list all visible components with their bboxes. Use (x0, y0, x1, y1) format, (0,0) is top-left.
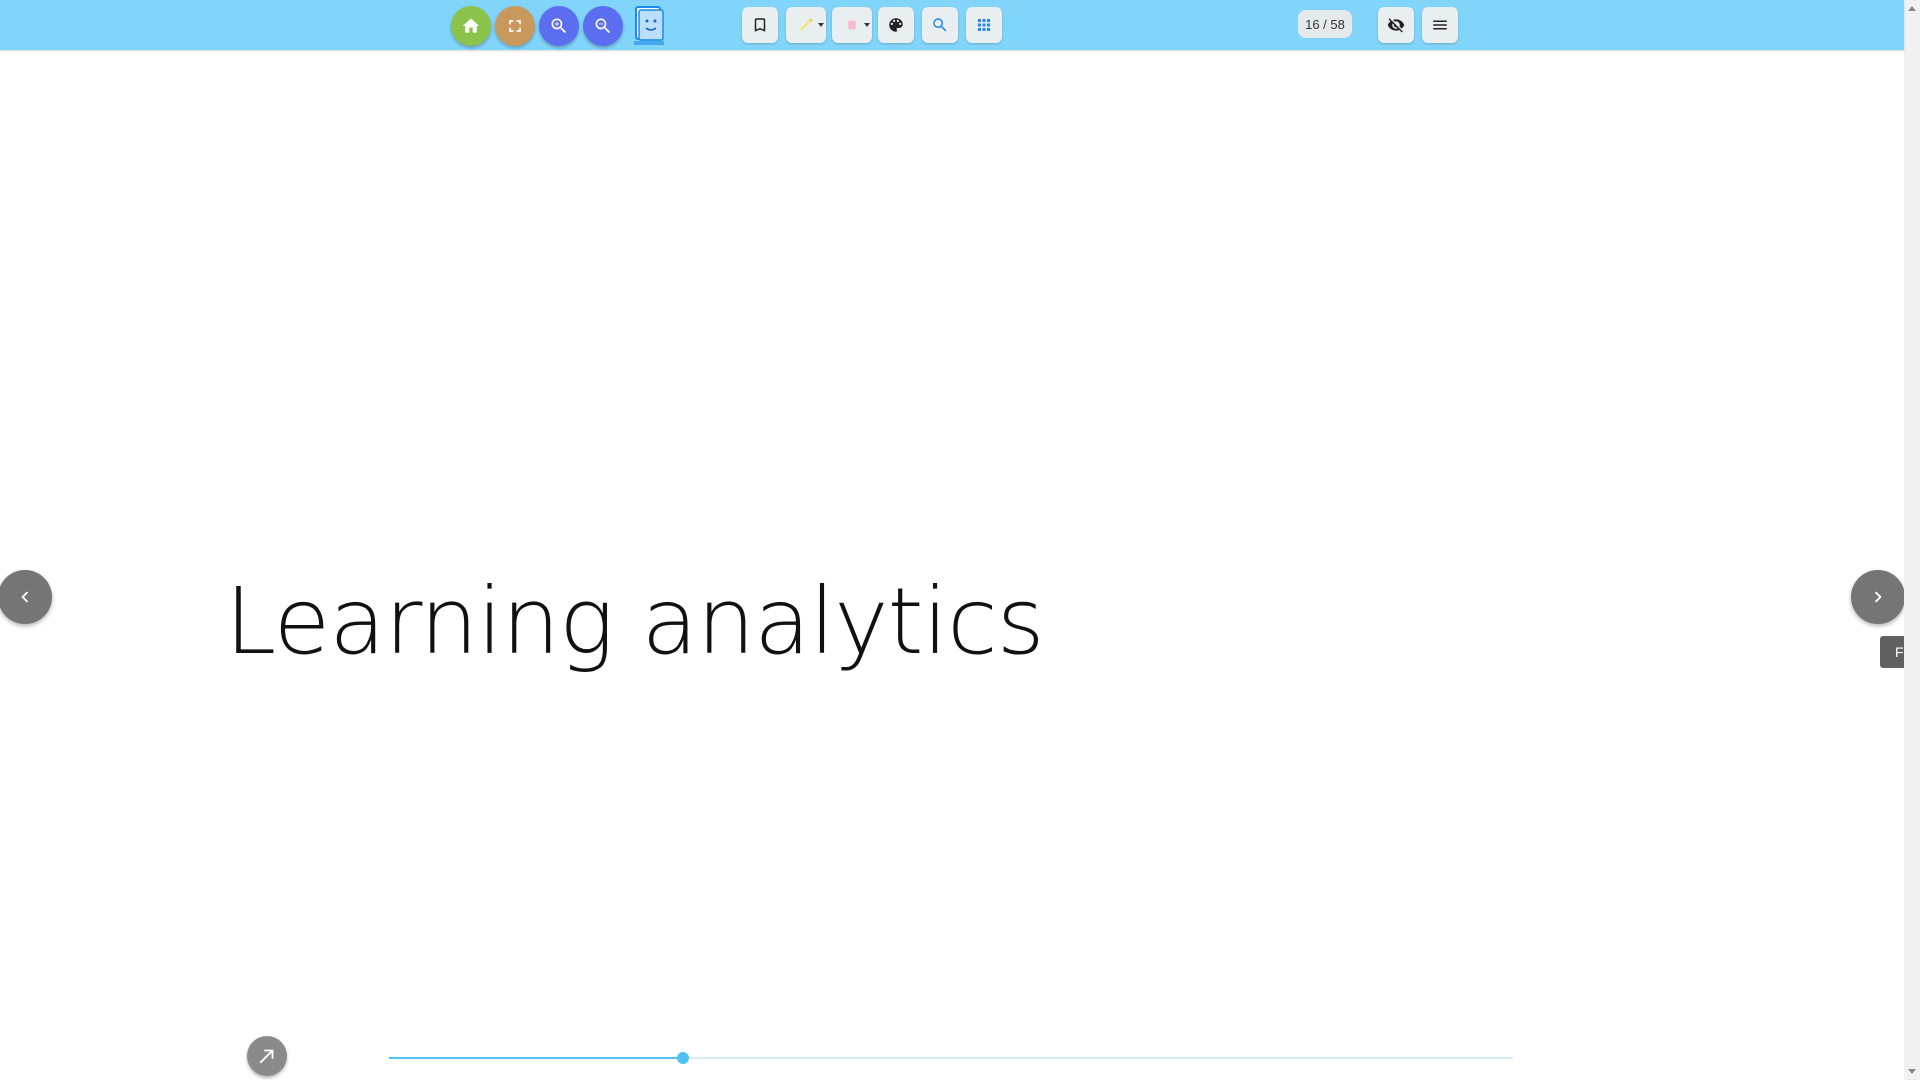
brand-logo[interactable] (631, 4, 667, 46)
top-toolbar: 16 / 58 (0, 0, 1904, 50)
eraser-button[interactable] (832, 7, 872, 43)
page-slider[interactable] (389, 1048, 1513, 1068)
zoom-out-button[interactable] (583, 6, 623, 46)
bookmark-icon (754, 18, 766, 32)
fullscreen-icon (509, 20, 521, 32)
arrow-up-right-icon (259, 1049, 274, 1064)
slide-title: Learning analytics (225, 568, 1045, 675)
search-icon (933, 18, 947, 32)
expand-button[interactable] (247, 1036, 287, 1076)
highlighter-icon (800, 18, 813, 31)
next-page-button[interactable] (1851, 570, 1905, 624)
palette-icon (889, 18, 903, 32)
home-icon (462, 18, 480, 33)
brand-logo-icon (634, 6, 664, 45)
hide-toolbar-button[interactable] (1378, 7, 1414, 43)
grid-icon (978, 19, 990, 31)
viewer-page: 16 / 58 Learning analytics F (0, 0, 1920, 1080)
highlighter-button[interactable] (786, 7, 826, 43)
bookmark-button[interactable] (742, 7, 778, 43)
chevron-right-icon (1874, 591, 1882, 603)
slider-thumb[interactable] (677, 1052, 690, 1064)
scroll-up-arrow-icon[interactable] (1908, 6, 1916, 11)
home-button[interactable] (451, 6, 491, 46)
menu-icon (1433, 20, 1447, 30)
palette-button[interactable] (878, 7, 914, 43)
zoom-out-icon (595, 18, 611, 34)
chevron-left-icon (21, 591, 29, 603)
vertical-scrollbar[interactable] (1904, 0, 1920, 1080)
eraser-dropdown-caret (864, 23, 870, 27)
thumbnail-grid-button[interactable] (966, 7, 1002, 43)
menu-button[interactable] (1422, 7, 1458, 43)
page-counter[interactable]: 16 / 58 (1298, 10, 1352, 38)
zoom-in-icon (551, 18, 567, 34)
search-button[interactable] (922, 7, 958, 43)
slider-fill (389, 1057, 684, 1059)
highlighter-dropdown-caret (818, 23, 824, 27)
eraser-icon (848, 20, 856, 30)
zoom-in-button[interactable] (539, 6, 579, 46)
eye-off-icon (1387, 18, 1405, 33)
fullscreen-button[interactable] (495, 6, 535, 46)
scroll-down-arrow-icon[interactable] (1908, 1069, 1916, 1074)
previous-page-button[interactable] (0, 570, 52, 624)
